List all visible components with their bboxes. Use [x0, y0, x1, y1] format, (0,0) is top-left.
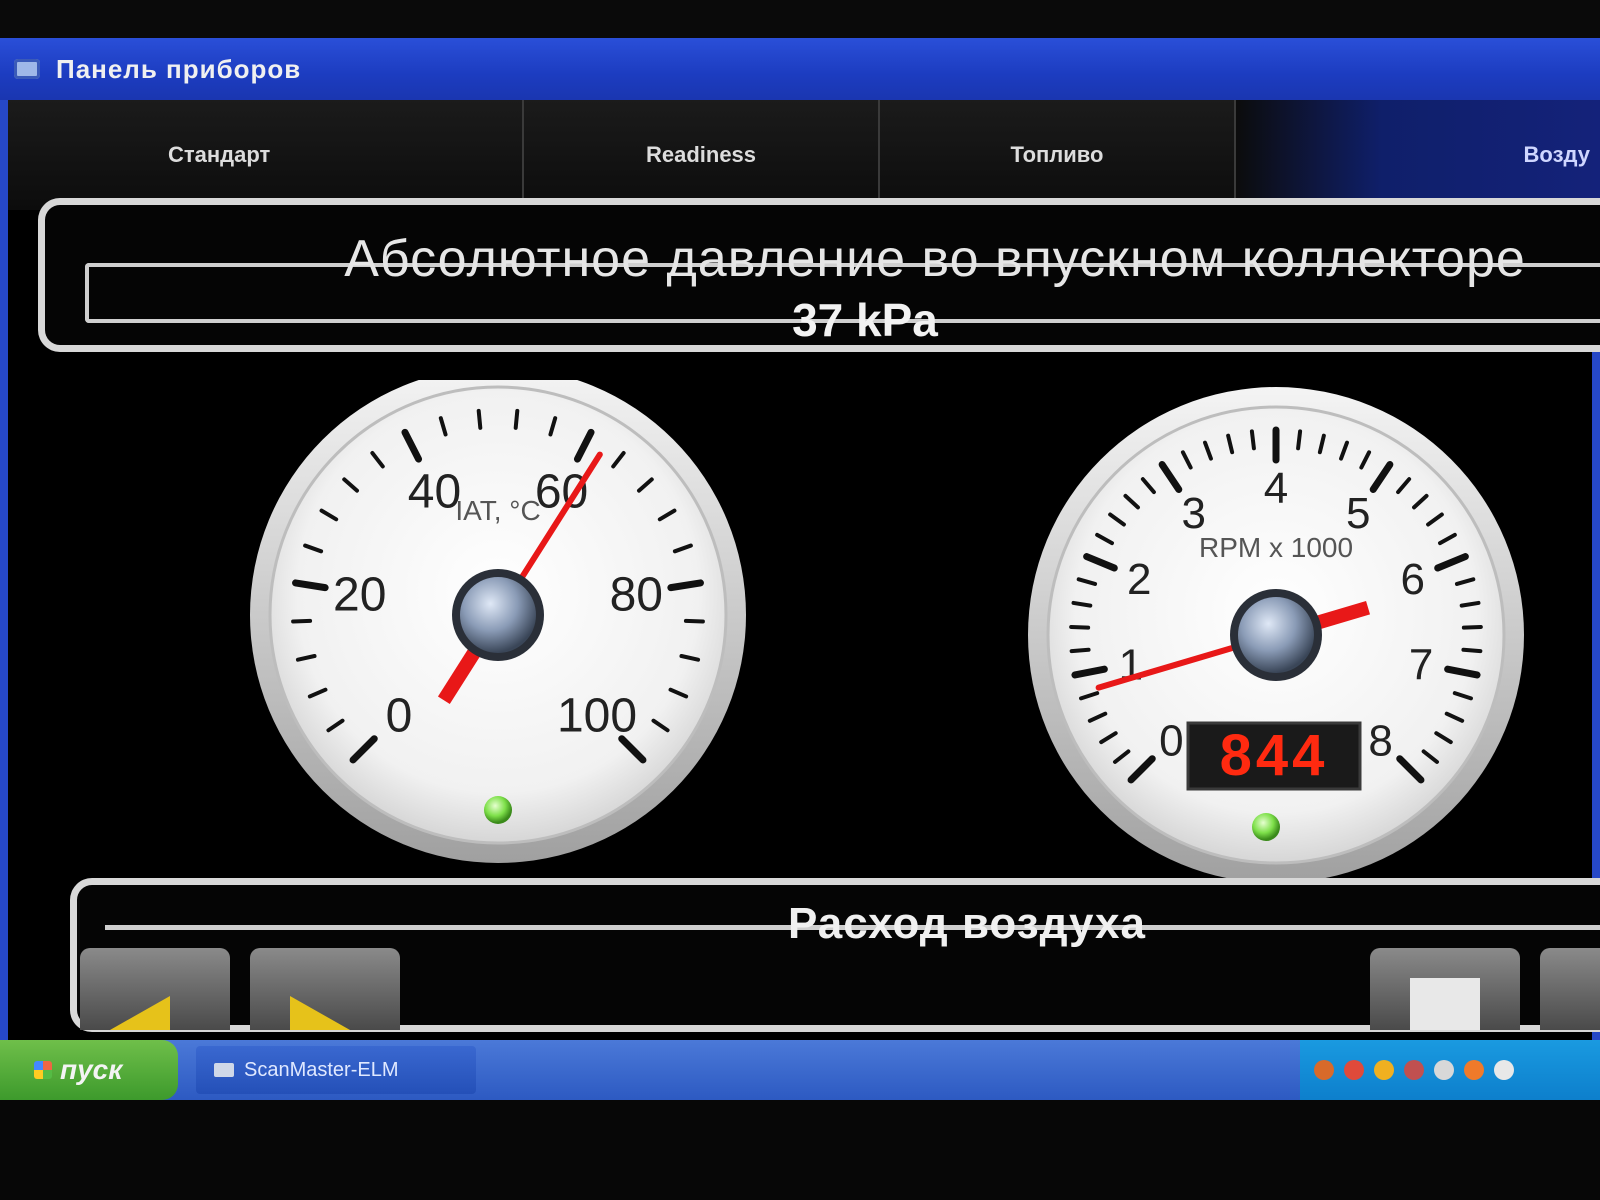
map-pressure-panel: Абсолютное давление во впускном коллекто… [38, 198, 1600, 352]
start-button[interactable]: пуск [0, 1040, 178, 1100]
previous-button[interactable] [80, 948, 230, 1030]
rpm-unit-label: RPM x 1000 [1199, 532, 1353, 563]
title-bar[interactable]: Панель приборов [0, 38, 1600, 100]
stop-button[interactable] [1370, 948, 1520, 1030]
gauge-tick-label: 2 [1127, 555, 1151, 604]
iat-unit-label: IAT, °C [455, 495, 540, 526]
gauge-tick-label: 4 [1264, 464, 1288, 513]
gauge-tick-label: 3 [1182, 489, 1206, 538]
speaker-icon[interactable] [1374, 1060, 1394, 1080]
app-small-icon [214, 1063, 234, 1077]
next-button[interactable] [250, 948, 400, 1030]
tab-standard[interactable]: Стандарт [8, 100, 524, 210]
map-pressure-title: Абсолютное давление во впускном коллекто… [344, 230, 1526, 288]
taskbar-item-scanmaster[interactable]: ScanMaster-ELM [196, 1046, 476, 1094]
status-led [484, 796, 512, 824]
gauge-tick-label: 40 [408, 466, 461, 519]
gauge-minor-tick [683, 618, 705, 624]
gauge-tick-label: 0 [386, 689, 413, 742]
gauge-minor-tick [1249, 429, 1256, 451]
tray-icon[interactable] [1494, 1060, 1514, 1080]
gauge-minor-tick [1069, 647, 1091, 654]
gauge-tick-label: 8 [1368, 716, 1392, 765]
rpm-gauge: 012345678 RPM x 1000 844 [1028, 387, 1524, 883]
digital-rpm-readout: 844 [1220, 723, 1329, 788]
gauge-minor-tick [476, 408, 483, 430]
window-border-left [0, 100, 8, 1068]
gauge-major-tick [667, 579, 704, 592]
taskbar-item-label: ScanMaster-ELM [244, 1058, 399, 1081]
arrow-left-icon [110, 996, 170, 1030]
tab-bar: Стандарт Readiness Топливо Возду [8, 100, 1600, 210]
tray-icon[interactable] [1404, 1060, 1424, 1080]
gauge-major-tick [292, 579, 329, 592]
gauge-tick-label: 100 [557, 689, 637, 742]
gauge-minor-tick [1459, 600, 1481, 608]
tray-icon[interactable] [1314, 1060, 1334, 1080]
app-icon [14, 59, 40, 79]
window-title: Панель приборов [56, 53, 302, 84]
gauge-minor-tick [1296, 429, 1303, 451]
tab-air[interactable]: Возду [1236, 100, 1600, 210]
tab-fuel[interactable]: Топливо [880, 100, 1236, 210]
gauge-tick-label: 80 [610, 568, 663, 621]
gauge-minor-tick [291, 618, 313, 624]
network-icon[interactable] [1434, 1060, 1454, 1080]
needle-hub [1238, 597, 1314, 673]
gauge-tick-label: 5 [1346, 489, 1370, 538]
gauge-minor-tick [1071, 600, 1093, 608]
gauge-minor-tick [1069, 624, 1091, 630]
gauge-tick-label: 6 [1400, 555, 1424, 604]
gauge-tick-label: 20 [333, 568, 386, 621]
gauge-minor-tick [1461, 624, 1483, 630]
tray-icon[interactable] [1344, 1060, 1364, 1080]
map-pressure-value: 37 kPa [792, 294, 938, 346]
stop-icon [1410, 978, 1480, 1030]
extra-button[interactable] [1540, 948, 1600, 1030]
gauge-tick-label: 7 [1409, 641, 1433, 690]
start-label: пуск [60, 1054, 123, 1085]
airflow-title: Расход воздуха [787, 899, 1146, 948]
tab-readiness[interactable]: Readiness [524, 100, 880, 210]
monitor-bezel-bottom [0, 1100, 1600, 1200]
gauge-tick-label: 0 [1159, 716, 1183, 765]
iat-gauge: 02040 6080100 IAT, °C [250, 367, 746, 863]
tray-icon[interactable] [1464, 1060, 1484, 1080]
needle-hub [460, 577, 536, 653]
system-tray [1300, 1040, 1600, 1100]
arrow-right-icon [290, 996, 350, 1030]
gauge-area: 0 20 40 60 80 100 IAT, °C 012345678 RPM x 100… [8, 367, 1600, 890]
windows-logo-icon [34, 1061, 52, 1079]
monitor-bezel [0, 0, 1600, 40]
gauge-minor-tick [1461, 647, 1483, 654]
status-led [1252, 813, 1280, 841]
taskbar: пуск ScanMaster-ELM [0, 1040, 1600, 1100]
gauge-minor-tick [513, 408, 520, 430]
